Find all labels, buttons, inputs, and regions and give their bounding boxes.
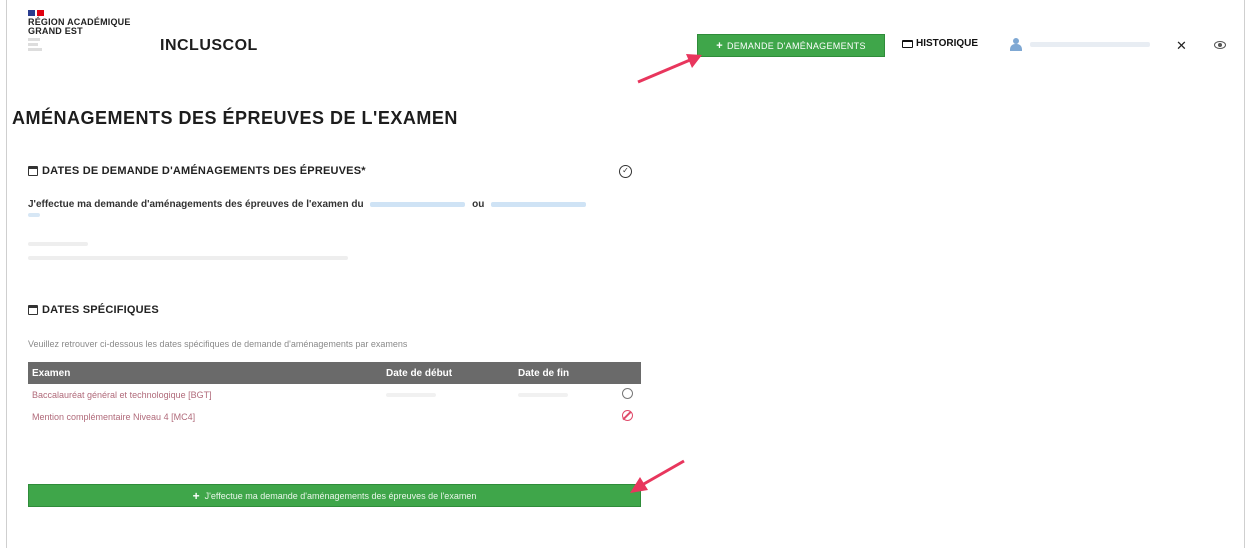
demande-amenagements-button[interactable]: + DEMANDE D'AMÉNAGEMENTS	[697, 34, 885, 57]
historique-link[interactable]: HISTORIQUE	[902, 38, 978, 49]
date-fin-blurred	[518, 393, 568, 397]
logo-line-2: GRAND EST	[28, 26, 83, 36]
examen-name[interactable]: Baccalauréat général et technologique [B…	[32, 390, 212, 400]
date-link-2-continued[interactable]	[28, 213, 40, 217]
tools-icon[interactable]: ✕	[1176, 38, 1187, 54]
dates-demande-title: DATES DE DEMANDE D'AMÉNAGEMENTS DES ÉPRE…	[28, 165, 366, 177]
plus-icon: +	[192, 488, 200, 503]
col-date-fin: Date de fin	[518, 368, 570, 379]
examens-table: Examen Date de début Date de fin Baccala…	[28, 362, 641, 428]
blurred-label	[28, 242, 88, 246]
dates-demande-title-text: DATES DE DEMANDE D'AMÉNAGEMENTS DES ÉPRE…	[42, 165, 366, 177]
annotation-arrow-top	[637, 54, 702, 84]
effectuer-demande-button[interactable]: + J'effectue ma demande d'aménagements d…	[28, 484, 641, 507]
page-title: AMÉNAGEMENTS DES ÉPREUVES DE L'EXAMEN	[12, 108, 458, 128]
date-link-2[interactable]	[491, 201, 587, 207]
folder-icon	[902, 39, 913, 48]
check-circle-icon: ✓	[619, 165, 632, 178]
historique-label: HISTORIQUE	[916, 38, 979, 49]
col-examen: Examen	[32, 368, 71, 379]
demande-button-label: DEMANDE D'AMÉNAGEMENTS	[726, 40, 866, 51]
dates-specifiques-section: DATES SPÉCIFIQUES	[28, 304, 159, 316]
col-date-debut: Date de début	[386, 368, 453, 379]
app-title: INCLUSCOL	[160, 37, 258, 54]
calendar-icon	[28, 166, 38, 176]
table-header: Examen Date de début Date de fin	[28, 362, 641, 384]
dates-demande-section: DATES DE DEMANDE D'AMÉNAGEMENTS DES ÉPRE…	[28, 165, 366, 177]
france-flag-icon	[28, 10, 168, 16]
user-icon	[1010, 38, 1022, 51]
ban-icon	[622, 410, 633, 421]
user-name-blurred	[1030, 42, 1150, 47]
annotation-arrow-bottom	[630, 459, 685, 493]
dates-demande-sentence: J'effectue ma demande d'aménagements des…	[28, 199, 364, 210]
status-icon	[622, 388, 633, 399]
calendar-icon	[28, 305, 38, 315]
examen-name[interactable]: Mention complémentaire Niveau 4 [MC4]	[32, 412, 195, 422]
effectuer-demande-label: J'effectue ma demande d'aménagements des…	[204, 490, 477, 501]
dates-specifiques-description: Veuillez retrouver ci-dessous les dates …	[28, 339, 408, 349]
logo[interactable]: RÉGION ACADÉMIQUE GRAND EST	[28, 10, 168, 80]
user-menu[interactable]	[1010, 38, 1150, 51]
dates-demande-or: ou	[472, 199, 485, 210]
eye-icon[interactable]	[1214, 41, 1226, 49]
date-debut-blurred	[386, 393, 436, 397]
dates-specifiques-title: DATES SPÉCIFIQUES	[28, 304, 159, 316]
table-row[interactable]: Baccalauréat général et technologique [B…	[28, 384, 641, 406]
dates-specifiques-title-text: DATES SPÉCIFIQUES	[42, 304, 159, 316]
dates-demande-text: J'effectue ma demande d'aménagements des…	[28, 199, 587, 210]
date-link-1[interactable]	[370, 201, 466, 207]
plus-icon: +	[716, 39, 723, 52]
table-row[interactable]: Mention complémentaire Niveau 4 [MC4]	[28, 406, 641, 428]
blurred-help-text	[28, 256, 348, 260]
logo-motto	[28, 38, 48, 51]
